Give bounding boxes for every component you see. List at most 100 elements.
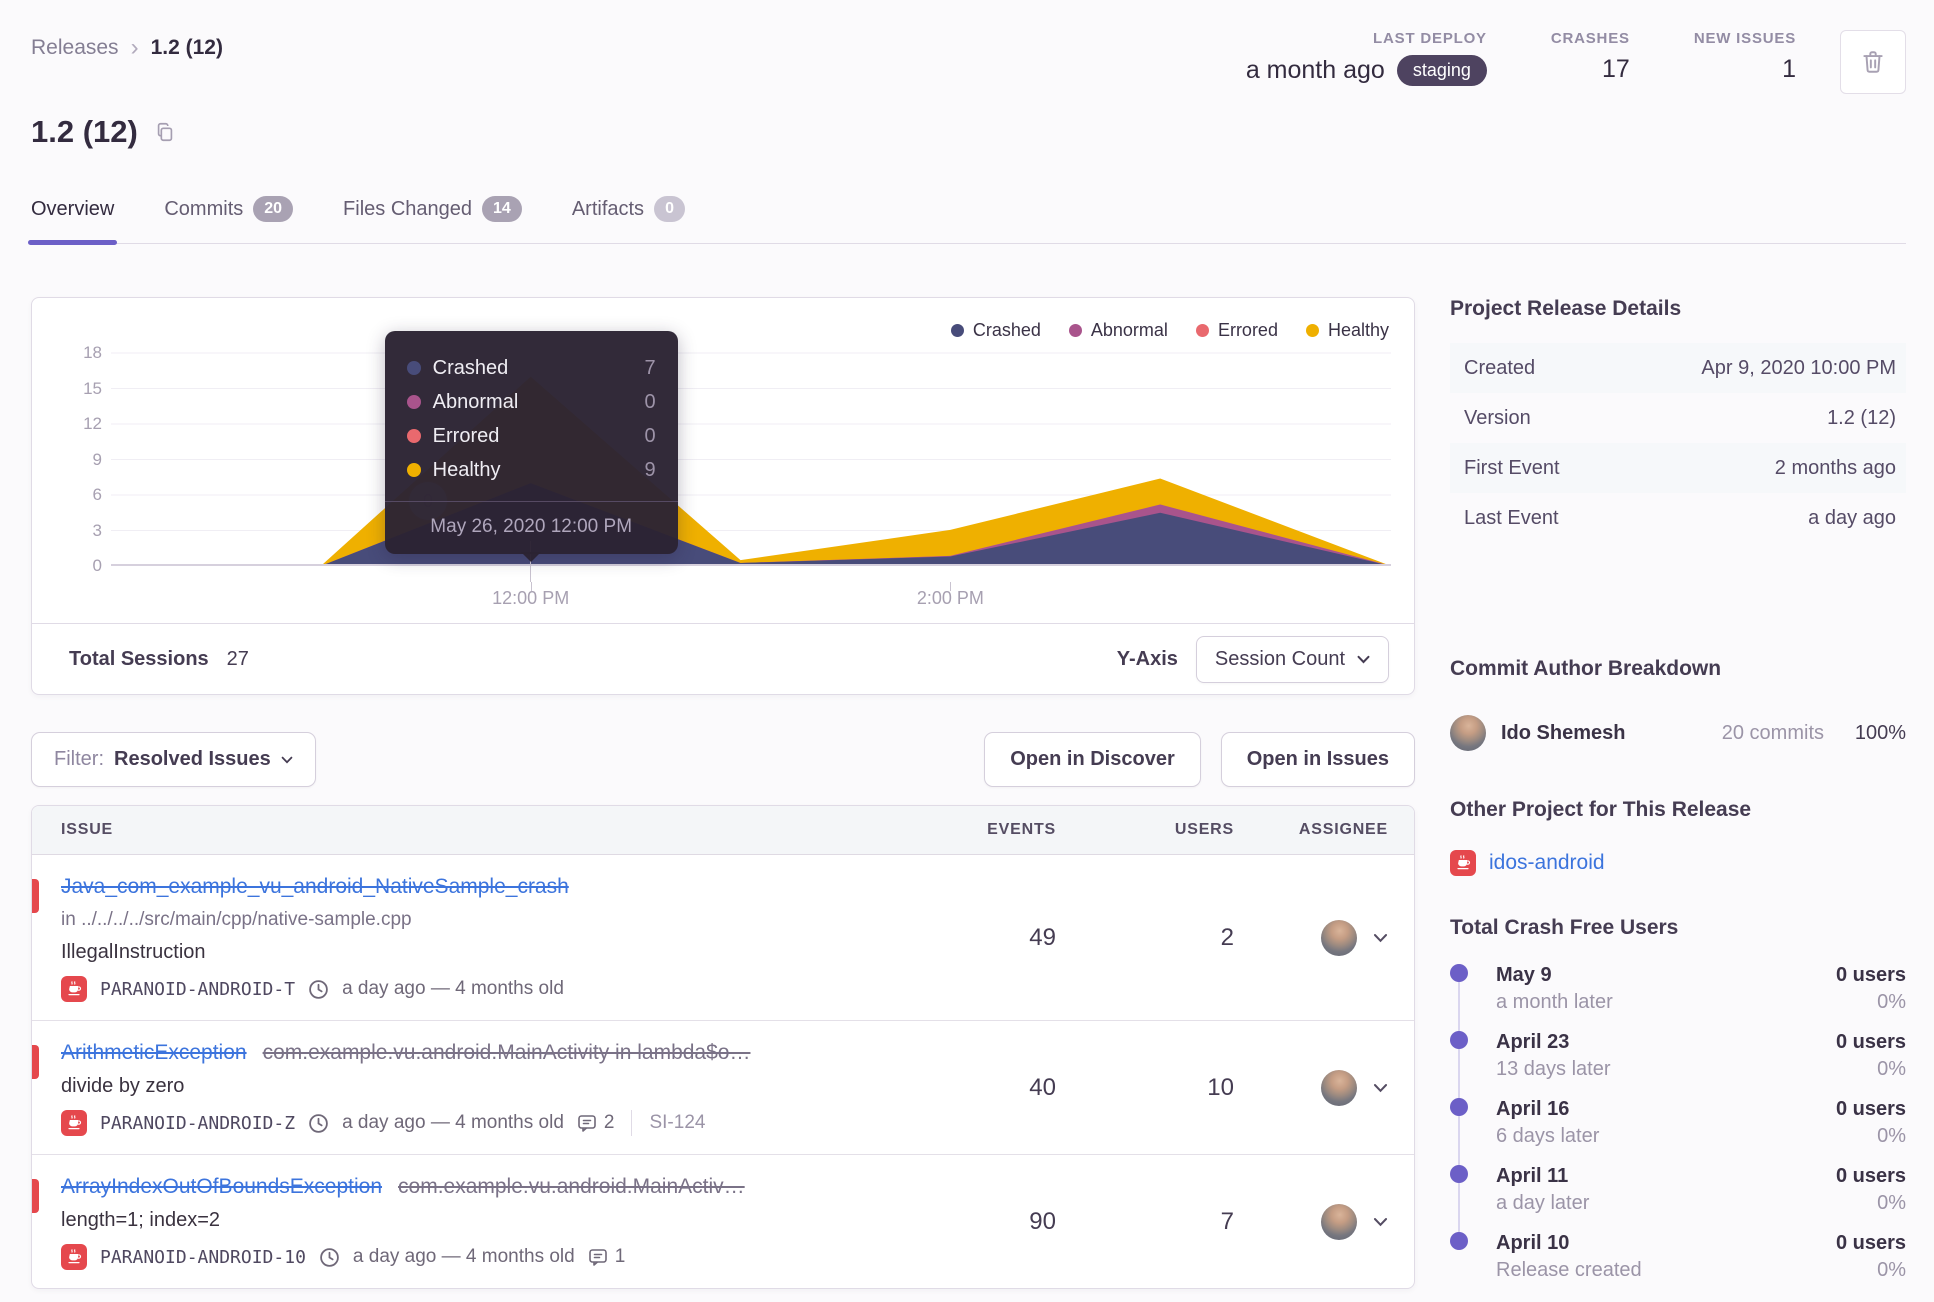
project-slug: PARANOID-ANDROID-10	[100, 1246, 306, 1268]
delete-release-button[interactable]	[1840, 30, 1906, 94]
y-tick-label: 15	[83, 378, 102, 398]
issue-culprit: IllegalInstruction	[61, 941, 206, 963]
error-level-indicator	[32, 879, 39, 913]
clock-icon	[309, 979, 328, 999]
issue-users-count: 2	[1220, 923, 1234, 951]
issue-row: Java_com_example_vu_android_NativeSample…	[32, 855, 1414, 1021]
stat-crashes: CRASHES 17	[1551, 30, 1630, 84]
section-title: Commit Author Breakdown	[1450, 657, 1722, 680]
assignee-avatar[interactable]	[1321, 1203, 1357, 1240]
project-slug: PARANOID-ANDROID-T	[100, 978, 296, 1000]
issue-title-link[interactable]: Java_com_example_vu_android_NativeSample…	[61, 875, 569, 898]
breadcrumb-releases-link[interactable]: Releases	[31, 36, 119, 60]
java-project-icon	[61, 1110, 87, 1136]
chevron-down-icon[interactable]	[1373, 1217, 1388, 1227]
section-title: Total Crash Free Users	[1450, 916, 1679, 939]
timeline-item: April 23 0 users 13 days later 0%	[1450, 1029, 1906, 1083]
tab-artifacts[interactable]: Artifacts 0	[572, 196, 685, 243]
abnormal-dot-icon	[406, 395, 421, 409]
java-project-icon	[61, 1244, 87, 1270]
legend-item-crashed[interactable]: Crashed	[950, 320, 1041, 341]
issue-users-count: 10	[1207, 1073, 1234, 1101]
crash-free-timeline: May 90 users a month later 0% April 23 0 u…	[1450, 962, 1906, 1284]
stat-last-deploy-label: LAST DEPLOY	[1373, 30, 1487, 47]
issue-comments[interactable]: 2	[577, 1112, 614, 1134]
issue-title-suffix: com.example.vu.android.MainActiv…	[398, 1175, 745, 1198]
timeline-item: April 16 0 users 6 days later 0%	[1450, 1096, 1906, 1150]
issues-table-header: ISSUE EVENTS USERS ASSIGNEE	[32, 806, 1414, 855]
chart-tooltip: Crashed 7 Abnormal 0 Errored 0 Healthy 9…	[384, 331, 678, 562]
commit-author-row: Ido Shemesh 20 commits 100%	[1450, 715, 1906, 751]
assignee-avatar[interactable]	[1321, 919, 1357, 956]
stat-crashes-value: 17	[1602, 55, 1630, 83]
healthy-dot-icon	[406, 463, 421, 477]
timeline-dot	[1450, 1165, 1468, 1183]
tab-commits[interactable]: Commits 20	[164, 196, 294, 243]
y-tick-label: 12	[83, 414, 102, 434]
detail-row-version: Version 1.2 (12)	[1464, 406, 1896, 429]
sessions-area-chart: 0 Crashed 7 Abnormal 0	[111, 314, 1391, 608]
issue-row: ArrayIndexOutOfBoundsException com.exampl…	[32, 1155, 1414, 1288]
assignee-avatar[interactable]	[1321, 1069, 1357, 1106]
breadcrumb: Releases › 1.2 (12)	[31, 30, 223, 60]
legend-item-abnormal[interactable]: Abnormal	[1068, 320, 1168, 341]
section-title: Other Project for This Release	[1450, 798, 1752, 821]
deploy-env-badge: staging	[1396, 55, 1487, 86]
tooltip-row-errored: Errored 0	[406, 419, 656, 453]
java-project-icon	[1450, 850, 1476, 876]
top-header: Releases › 1.2 (12) LAST DEPLOY a month …	[0, 0, 1934, 94]
y-tick-label: 6	[92, 485, 102, 504]
commits-count-badge: 20	[253, 196, 294, 222]
other-project-section: Other Project for This Release idos-andr…	[1450, 798, 1906, 876]
detail-row-created: Created Apr 9, 2020 10:00 PM	[1450, 343, 1906, 393]
yaxis-select[interactable]: Session Count	[1195, 635, 1389, 683]
breadcrumb-current: 1.2 (12)	[150, 36, 223, 59]
tooltip-row-crashed: Crashed 7	[406, 351, 656, 385]
crashed-legend-dot	[950, 324, 964, 337]
y-tick-label: 18	[83, 343, 102, 363]
stat-new-issues-value: 1	[1782, 55, 1796, 83]
open-in-issues-button[interactable]: Open in Issues	[1220, 732, 1415, 787]
abnormal-legend-dot	[1068, 324, 1082, 337]
divider	[631, 1110, 633, 1136]
issue-title-link[interactable]: ArithmeticException	[61, 1041, 247, 1064]
artifacts-count-badge: 0	[654, 196, 685, 222]
timeline-dot	[1450, 964, 1468, 982]
chevron-down-icon[interactable]	[1373, 933, 1388, 943]
healthy-legend-dot	[1305, 324, 1319, 337]
other-project-link[interactable]: idos-android	[1489, 851, 1605, 875]
column-users: USERS	[1174, 821, 1234, 838]
issue-comments[interactable]: 1	[588, 1246, 625, 1268]
files-changed-count-badge: 14	[482, 196, 522, 222]
errored-dot-icon	[406, 429, 421, 443]
tab-overview[interactable]: Overview	[27, 196, 118, 245]
tab-files-changed[interactable]: Files Changed 14	[343, 196, 522, 243]
tooltip-arrow	[521, 552, 542, 572]
issue-title-link[interactable]: ArrayIndexOutOfBoundsException	[61, 1175, 382, 1198]
total-sessions-value: 27	[226, 647, 249, 670]
issue-events-count: 49	[1029, 923, 1056, 951]
timeline-dot	[1450, 1031, 1468, 1049]
issues-table: ISSUE EVENTS USERS ASSIGNEE Java_com_exa…	[31, 805, 1415, 1289]
tooltip-row-healthy: Healthy 9	[406, 453, 656, 487]
yaxis-label: Y-Axis	[1116, 647, 1178, 670]
issues-filter-select[interactable]: Filter: Resolved Issues	[31, 732, 316, 787]
chevron-down-icon	[1357, 655, 1370, 663]
chevron-down-icon[interactable]	[1373, 1083, 1388, 1093]
trash-icon	[1863, 51, 1883, 73]
timeline-dot	[1450, 1098, 1468, 1116]
timeline-dot	[1450, 1232, 1468, 1250]
legend-item-healthy[interactable]: Healthy	[1305, 320, 1389, 341]
issue-events-count: 90	[1029, 1207, 1056, 1235]
comments-icon	[588, 1249, 607, 1266]
copy-version-button[interactable]	[154, 121, 176, 143]
stat-new-issues-label: NEW ISSUES	[1693, 30, 1796, 47]
author-avatar	[1450, 715, 1486, 751]
chart-legend: Crashed Abnormal Errored Healthy	[950, 320, 1389, 341]
column-events: EVENTS	[987, 821, 1056, 838]
open-in-discover-button[interactable]: Open in Discover	[984, 732, 1201, 787]
issue-events-count: 40	[1029, 1073, 1056, 1101]
legend-item-errored[interactable]: Errored	[1195, 320, 1278, 341]
stat-last-deploy-value: a month ago	[1245, 56, 1385, 84]
issue-age: a day ago — 4 months old	[342, 1112, 564, 1133]
